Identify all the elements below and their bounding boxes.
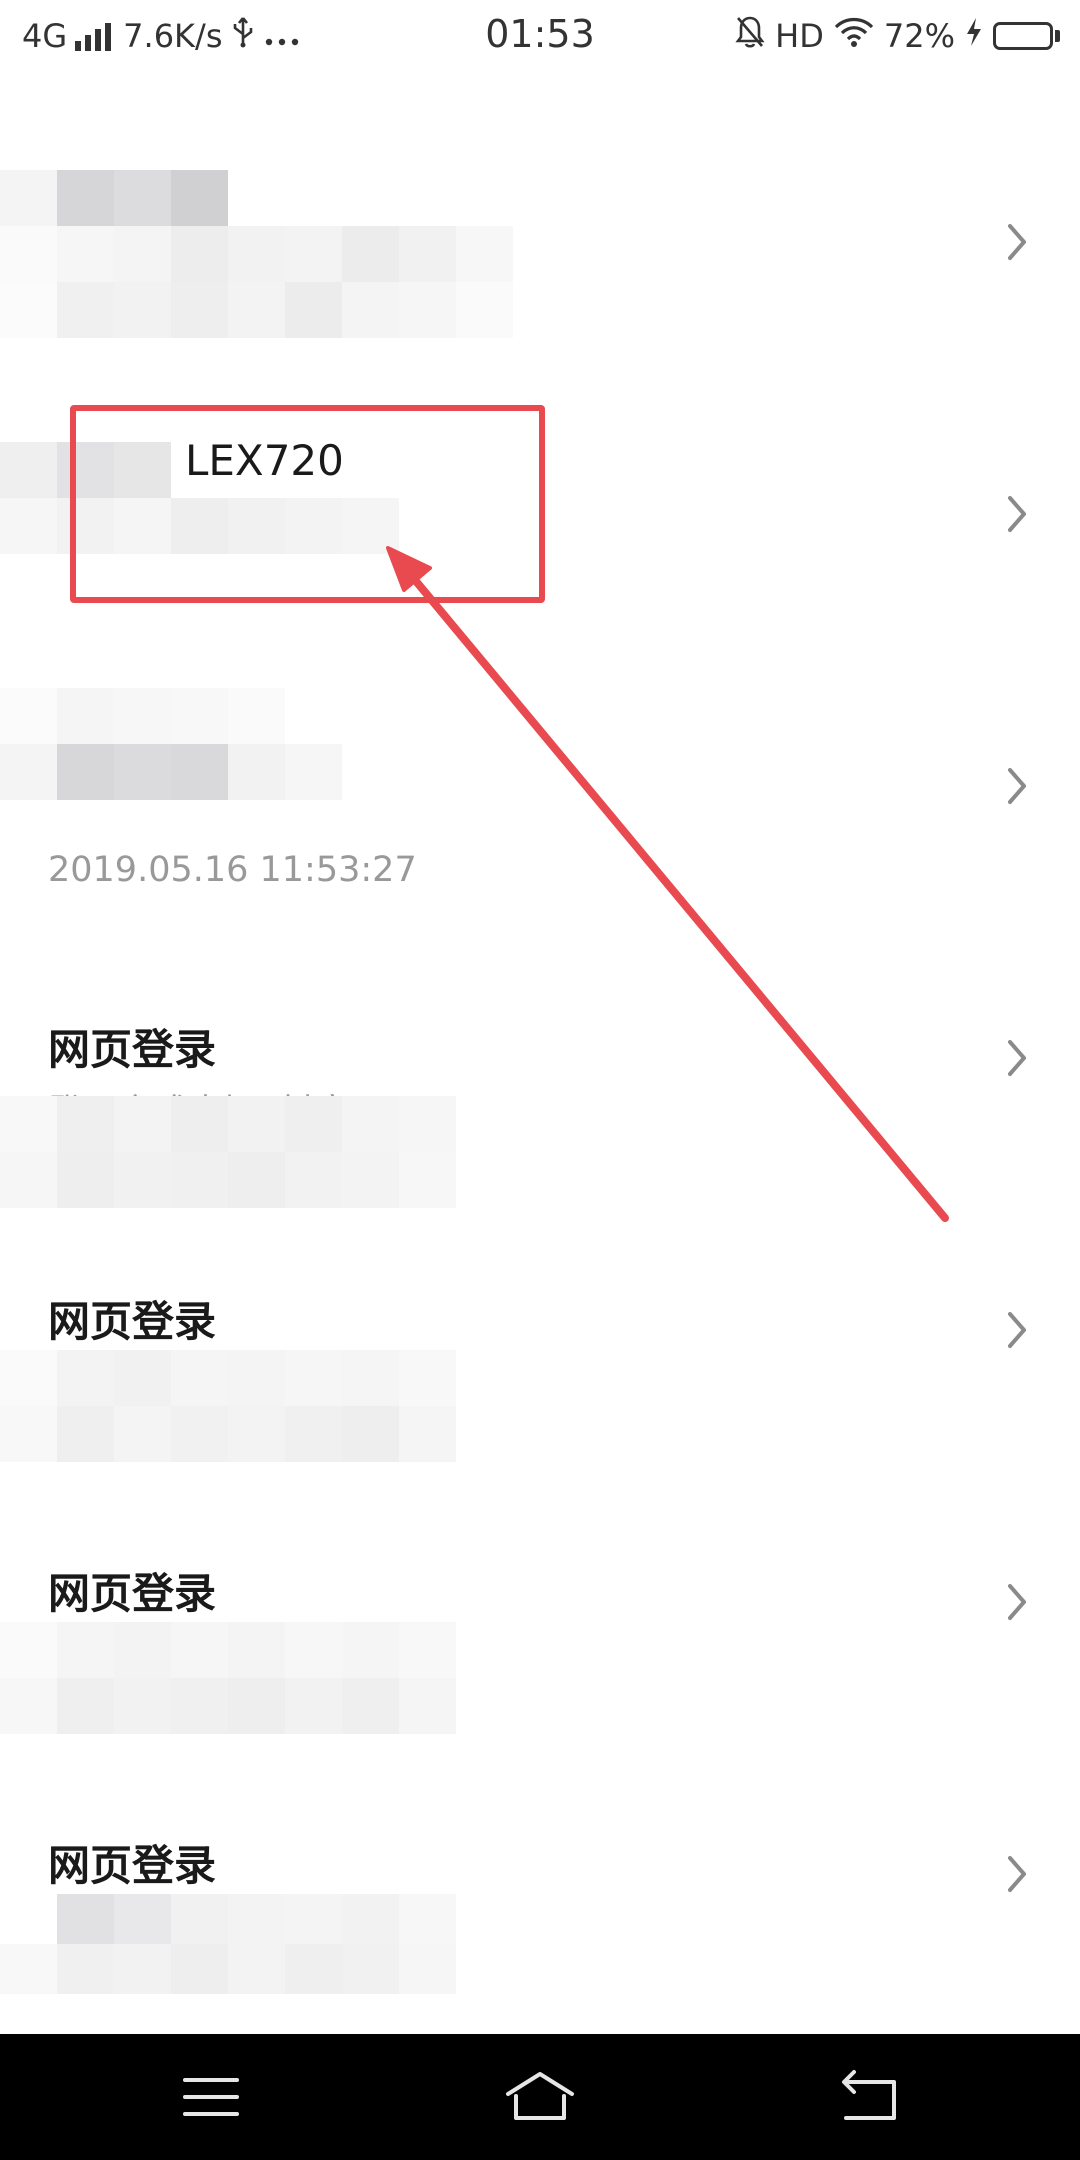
privacy-mosaic: [0, 170, 513, 338]
battery-percent: 72%: [883, 17, 955, 55]
menu-button[interactable]: [171, 2064, 251, 2130]
chevron-right-icon: [1002, 220, 1032, 264]
login-record-title: 网页登录: [48, 1841, 217, 1890]
login-record-title: 网页登录: [48, 1297, 217, 1346]
wifi-icon: [834, 16, 874, 56]
status-right-group: HD 72%: [725, 14, 1060, 58]
highlight-box: [70, 405, 545, 603]
login-record-item[interactable]: 网页登录: [0, 1752, 1080, 2024]
home-button[interactable]: [500, 2064, 580, 2130]
navigation-bar: [0, 2034, 1080, 2160]
login-record-list: LEX720 2019.05.16 11:53:27 网页登录 登录方式未知, …: [0, 74, 1080, 2034]
menu-icon: [183, 2078, 239, 2116]
privacy-mosaic: [0, 688, 399, 800]
privacy-mosaic: [0, 1096, 456, 1208]
chevron-right-icon: [1002, 492, 1032, 536]
hd-label: HD: [775, 17, 824, 55]
chevron-right-icon: [1002, 1308, 1032, 1352]
lightning-icon: [965, 17, 983, 55]
login-time: 2019.05.16 11:53:27: [48, 850, 417, 890]
login-record-item[interactable]: 网页登录: [0, 1480, 1080, 1752]
status-bar: 4G 7.6K/s 01:53 HD 72%: [0, 0, 1080, 74]
chevron-right-icon: [1002, 1580, 1032, 1624]
home-icon: [506, 2072, 574, 2120]
back-button[interactable]: [830, 2064, 910, 2130]
privacy-mosaic: [0, 1622, 456, 1734]
battery-icon: [993, 22, 1060, 50]
privacy-mosaic: [0, 1894, 456, 1994]
login-record-title: 网页登录: [48, 1025, 217, 1074]
login-record-title: 网页登录: [48, 1569, 217, 1618]
back-icon: [842, 2070, 896, 2120]
chevron-right-icon: [1002, 1852, 1032, 1896]
chevron-right-icon: [1002, 764, 1032, 808]
login-record-item[interactable]: 网页登录: [0, 1208, 1080, 1480]
login-record-item[interactable]: 2019.05.16 11:53:27: [0, 664, 1080, 936]
bell-off-icon: [735, 15, 765, 57]
login-record-item[interactable]: 网页登录 登录方式未知, 抖音: [0, 936, 1080, 1208]
chevron-right-icon: [1002, 1036, 1032, 1080]
login-record-item[interactable]: [0, 120, 1080, 392]
privacy-mosaic: [0, 1350, 456, 1462]
